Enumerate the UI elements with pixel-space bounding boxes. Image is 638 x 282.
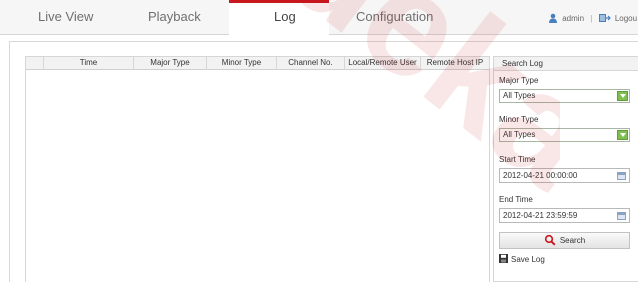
start-time-field[interactable]: 2012-04-21 00:00:00 xyxy=(499,168,630,183)
minor-type-select[interactable]: All Types xyxy=(499,128,630,142)
user-icon xyxy=(548,13,558,23)
column-select[interactable] xyxy=(26,57,44,70)
username-label: admin xyxy=(562,13,585,23)
search-log-panel: Search Log Major Type All Types Minor Ty… xyxy=(493,56,638,282)
column-time[interactable]: Time xyxy=(44,57,134,70)
tab-log[interactable]: Log xyxy=(229,0,329,35)
search-log-title: Search Log xyxy=(494,57,638,71)
chevron-down-icon[interactable] xyxy=(617,91,628,101)
column-remote-host-ip[interactable]: Remote Host IP xyxy=(421,57,489,70)
major-type-label: Major Type xyxy=(499,76,539,85)
calendar-icon[interactable] xyxy=(617,172,626,180)
tab-log-container: Log xyxy=(229,0,329,35)
end-time-field[interactable]: 2012-04-21 23:59:59 xyxy=(499,208,630,223)
major-type-value: All Types xyxy=(503,91,536,100)
top-nav: Live View Playback Log Configuration adm… xyxy=(0,0,638,35)
tab-configuration[interactable]: Configuration xyxy=(356,0,433,35)
logout-link[interactable]: Logou xyxy=(615,14,637,23)
search-icon xyxy=(544,234,556,246)
chevron-down-icon[interactable] xyxy=(617,130,628,140)
search-button-label: Search xyxy=(559,236,586,245)
end-time-value: 2012-04-21 23:59:59 xyxy=(503,211,578,220)
minor-type-value: All Types xyxy=(503,130,536,139)
calendar-icon[interactable] xyxy=(617,212,626,220)
column-local-remote-user[interactable]: Local/Remote User xyxy=(345,57,421,70)
major-type-select[interactable]: All Types xyxy=(499,89,630,103)
separator: | xyxy=(590,13,593,23)
tab-playback[interactable]: Playback xyxy=(148,0,201,35)
save-log-button[interactable]: Save Log xyxy=(499,254,545,266)
minor-type-label: Minor Type xyxy=(499,115,539,124)
save-icon xyxy=(499,254,508,264)
log-table: Time Major Type Minor Type Channel No. L… xyxy=(25,56,490,282)
user-area: admin | Logou xyxy=(548,13,637,25)
column-major-type[interactable]: Major Type xyxy=(134,57,207,70)
start-time-label: Start Time xyxy=(499,155,536,164)
search-button[interactable]: Search xyxy=(499,232,630,249)
save-log-label: Save Log xyxy=(511,255,545,264)
logout-icon[interactable] xyxy=(598,13,611,23)
log-table-header: Time Major Type Minor Type Channel No. L… xyxy=(26,56,489,70)
column-minor-type[interactable]: Minor Type xyxy=(207,57,277,70)
start-time-value: 2012-04-21 00:00:00 xyxy=(503,171,578,180)
column-channel-no[interactable]: Channel No. xyxy=(277,57,345,70)
end-time-label: End Time xyxy=(499,195,533,204)
tab-live-view[interactable]: Live View xyxy=(38,0,93,35)
